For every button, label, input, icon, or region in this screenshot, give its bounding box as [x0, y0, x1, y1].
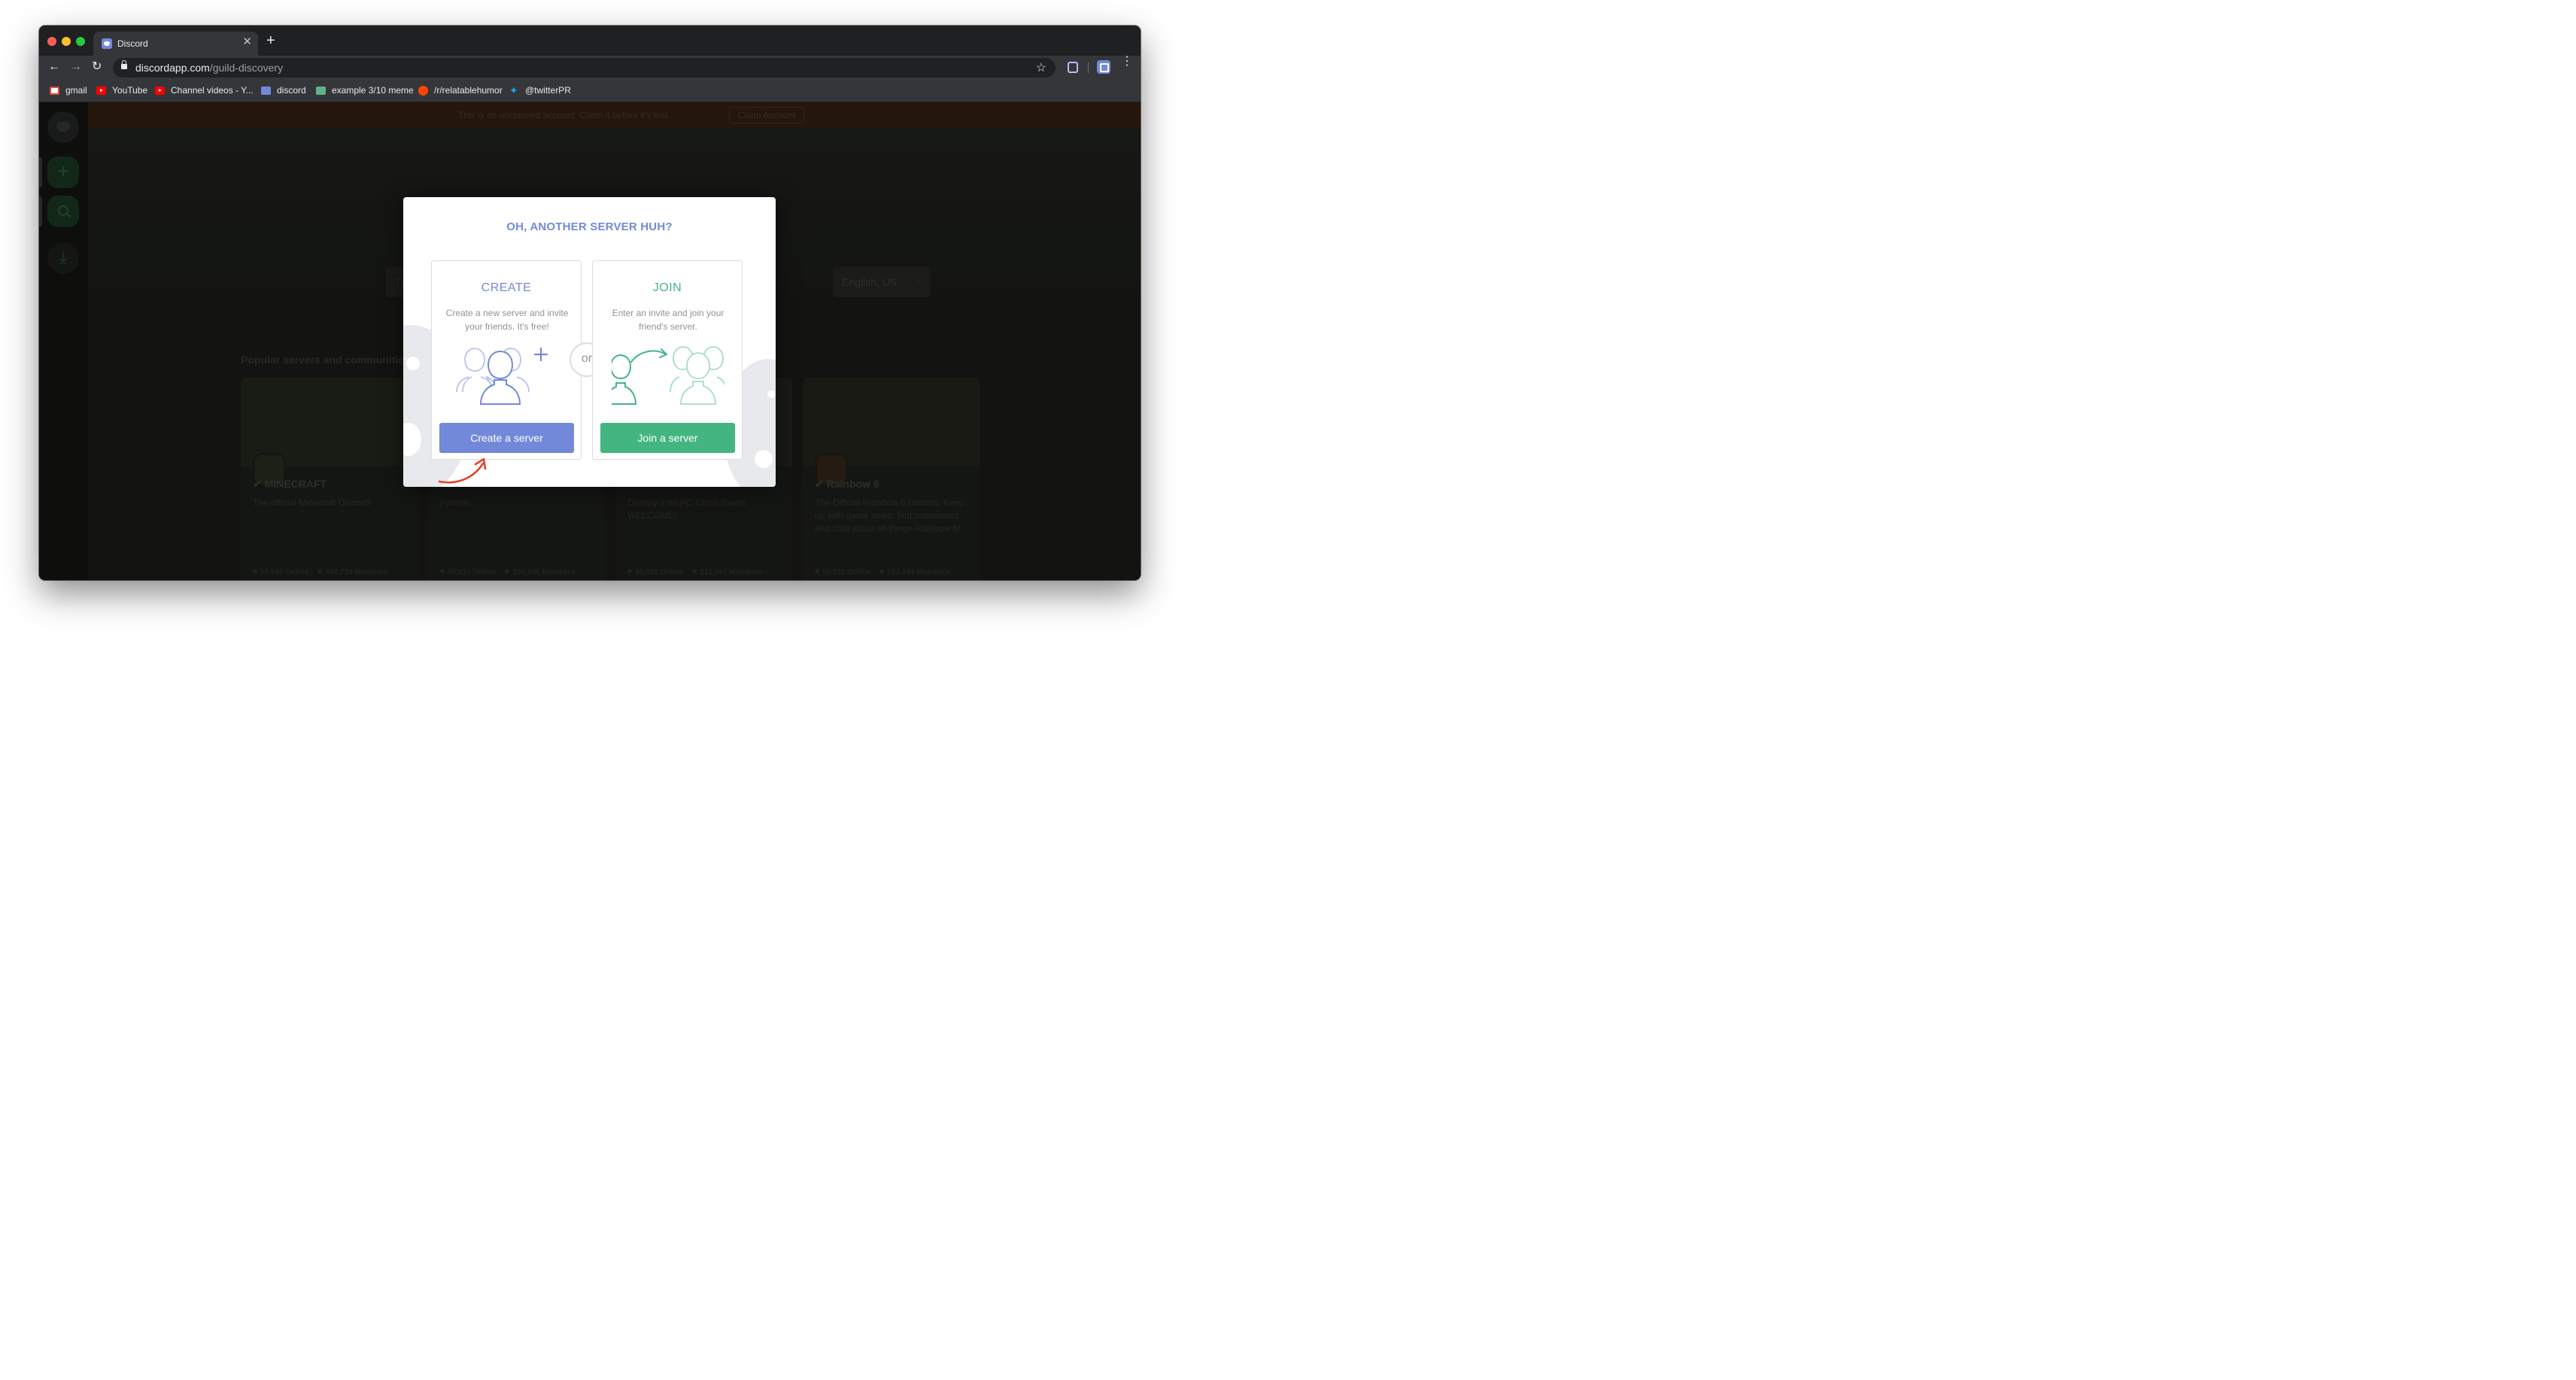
forward-arrow-icon[interactable]: →: [70, 61, 82, 73]
twitter-icon: ✦: [509, 84, 518, 96]
close-window-button[interactable]: [47, 37, 56, 46]
join-server-illustration: [612, 346, 724, 405]
bookmarks-bar: gmail YouTube Channel videos - Y... disc…: [39, 80, 1141, 102]
profile-extension-icon[interactable]: [1097, 60, 1110, 74]
decorative-dot: [767, 391, 775, 398]
create-server-panel[interactable]: CREATE Create a new server and invite yo…: [431, 260, 582, 460]
create-or-join-modal: OH, ANOTHER SERVER HUH? CREATE Create a …: [403, 197, 776, 487]
create-server-illustration: [456, 347, 548, 405]
tab-strip: Discord ✕ +: [39, 26, 1141, 56]
gmail-icon: [50, 87, 59, 95]
decorative-dot: [406, 357, 420, 370]
browser-menu-icon[interactable]: ⋮: [1121, 56, 1133, 68]
create-heading: CREATE: [481, 281, 532, 294]
browser-tab[interactable]: Discord ✕: [93, 32, 258, 56]
join-server-button[interactable]: Join a server: [600, 423, 735, 453]
address-bar[interactable]: discordapp.com/guild-discovery ☆: [113, 58, 1056, 78]
new-tab-button[interactable]: +: [266, 33, 275, 48]
youtube-icon: [155, 87, 165, 95]
create-server-button[interactable]: Create a server: [439, 423, 574, 453]
meme-icon: [316, 87, 326, 95]
youtube-icon: [96, 87, 106, 95]
join-description: Enter an invite and join your friend's s…: [612, 308, 724, 332]
create-description: Create a new server and invite your frie…: [445, 308, 569, 332]
maximize-window-button[interactable]: [76, 37, 85, 46]
annotation-arrow-icon: [438, 457, 487, 484]
close-tab-icon[interactable]: ✕: [242, 36, 252, 48]
bookmark-star-icon[interactable]: ☆: [1036, 60, 1046, 75]
decorative-dot: [755, 450, 773, 468]
discord-icon: [102, 38, 112, 49]
url-text: discordapp.com/guild-discovery: [135, 62, 284, 74]
discord-icon: [261, 87, 271, 95]
join-heading: JOIN: [652, 281, 682, 294]
reload-icon[interactable]: ↻: [92, 61, 102, 73]
modal-title: OH, ANOTHER SERVER HUH?: [506, 220, 673, 233]
reddit-icon: [418, 86, 428, 96]
lock-icon: [121, 60, 127, 69]
minimize-window-button[interactable]: [62, 37, 71, 46]
browser-toolbar: ← → ↻ discordapp.com/guild-discovery ☆ ⋮: [39, 56, 1141, 80]
twitch-extension-icon[interactable]: [1068, 62, 1078, 73]
toolbar-divider: [1088, 62, 1089, 73]
back-arrow-icon[interactable]: ←: [48, 61, 60, 73]
tab-title: Discord: [117, 38, 148, 49]
join-server-panel[interactable]: JOIN Enter an invite and join your frien…: [592, 260, 743, 460]
